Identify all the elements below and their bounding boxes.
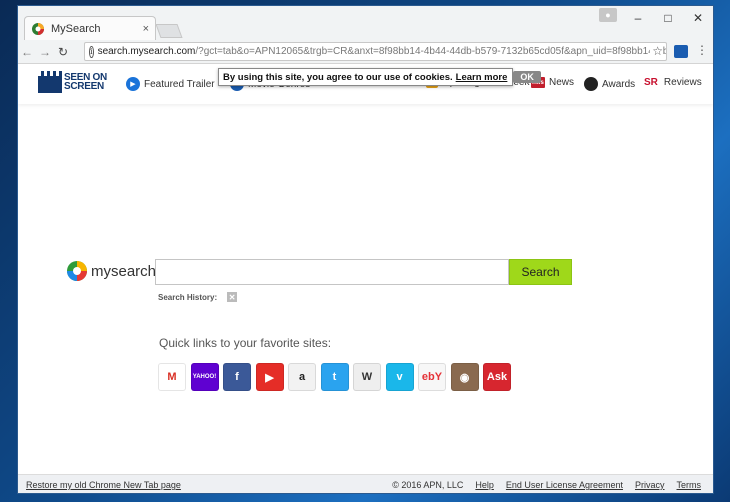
- reload-icon[interactable]: ↻: [54, 42, 72, 62]
- quick-link-amazon-icon[interactable]: a: [288, 363, 316, 391]
- footer-links: © 2016 APN, LLC Help End User License Ag…: [380, 480, 701, 490]
- quick-links-title: Quick links to your favorite sites:: [159, 336, 332, 350]
- cookie-notice: By using this site, you agree to our use…: [218, 68, 541, 86]
- mysearch-wordmark: mysearch: [91, 262, 157, 280]
- mysearch-logo: mysearch: [66, 260, 156, 282]
- nav-awards[interactable]: Awards: [584, 77, 635, 91]
- tab-mysearch[interactable]: MySearch ×: [24, 16, 156, 40]
- quick-link-facebook-icon[interactable]: f: [223, 363, 251, 391]
- quick-link-instagram-icon[interactable]: ◉: [450, 363, 479, 391]
- forward-arrow-icon[interactable]: →: [36, 42, 54, 62]
- quick-link-wikipedia-icon[interactable]: W: [353, 363, 381, 391]
- copyright: © 2016 APN, LLC: [392, 480, 464, 490]
- cookie-text: By using this site, you agree to our use…: [223, 71, 453, 83]
- chrome-menu-icon[interactable]: ⋮: [696, 43, 708, 57]
- search-history: Search History: ✕: [158, 292, 238, 302]
- search-history-label: Search History:: [158, 292, 218, 302]
- quick-link-youtube-icon[interactable]: ▶: [255, 363, 284, 391]
- quick-link-ask-icon[interactable]: Ask: [483, 363, 511, 391]
- play-icon: ▶: [126, 77, 140, 91]
- close-window-button[interactable]: ✕: [683, 6, 713, 30]
- url-host: search.mysearch.com: [97, 46, 196, 57]
- terms-link[interactable]: Terms: [677, 480, 702, 490]
- quick-links-row: M YAHOO! f ▶ a t Wv ebY ◉ Ask: [158, 363, 516, 391]
- reviews-icon: SR: [644, 77, 658, 88]
- profile-icon[interactable]: ●: [599, 8, 617, 22]
- footer: Restore my old Chrome New Tab page © 201…: [18, 474, 713, 493]
- browser-toolbar: ← → ↻ i search.mysearch.com /?gct=tab&o=…: [18, 40, 713, 64]
- nav-reviews[interactable]: SR Reviews: [644, 77, 702, 88]
- maximize-button[interactable]: □: [653, 6, 683, 30]
- address-bar[interactable]: i search.mysearch.com /?gct=tab&o=APN120…: [84, 42, 667, 61]
- quick-link-yahoo-icon[interactable]: YAHOO!: [190, 363, 219, 391]
- clear-history-icon[interactable]: ✕: [227, 292, 238, 302]
- quick-link-ebay-icon[interactable]: ebY: [418, 363, 446, 391]
- quick-link-gmail-icon[interactable]: M: [158, 363, 186, 391]
- nav-featured-trailer[interactable]: ▶ Featured Trailer: [126, 77, 215, 91]
- logo-text: SEEN ON SCREEN: [64, 72, 107, 92]
- help-link[interactable]: Help: [475, 480, 494, 490]
- eula-link[interactable]: End User License Agreement: [506, 480, 623, 490]
- search-input[interactable]: [155, 259, 509, 285]
- browser-window: MySearch × ● – □ ✕ ← → ↻ i search.mysear…: [17, 5, 714, 494]
- privacy-link[interactable]: Privacy: [635, 480, 665, 490]
- minimize-button[interactable]: –: [623, 6, 653, 30]
- window-controls: – □ ✕: [623, 6, 713, 30]
- tab-title: MySearch: [51, 22, 101, 35]
- cookie-learn-more-link[interactable]: Learn more: [456, 72, 508, 83]
- quick-link-twitter-icon[interactable]: t: [320, 363, 349, 391]
- quick-link-vimeo-icon[interactable]: v: [385, 363, 414, 391]
- mysearch-favicon-icon: [32, 22, 44, 35]
- clapperboard-icon: [38, 71, 62, 93]
- restore-chrome-tab-link[interactable]: Restore my old Chrome New Tab page: [26, 480, 181, 490]
- info-icon[interactable]: i: [89, 45, 94, 58]
- cookie-ok-button[interactable]: OK: [513, 71, 541, 83]
- url-path: /?gct=tab&o=APN12065&trgb=CR&anxt=8f98bb…: [195, 46, 667, 57]
- tab-strip: MySearch × ● – □ ✕: [18, 6, 713, 40]
- tab-close-icon[interactable]: ×: [143, 23, 149, 35]
- search-button[interactable]: Search: [509, 259, 572, 285]
- seen-on-screen-logo[interactable]: SEEN ON SCREEN: [38, 71, 107, 93]
- award-icon: [584, 77, 598, 91]
- mysearch-logo-icon: [67, 261, 87, 281]
- back-arrow-icon[interactable]: ←: [18, 42, 36, 62]
- bookmark-star-icon[interactable]: ☆: [650, 44, 663, 58]
- new-tab-button[interactable]: [155, 24, 183, 38]
- extension-clapper-icon[interactable]: [674, 45, 688, 58]
